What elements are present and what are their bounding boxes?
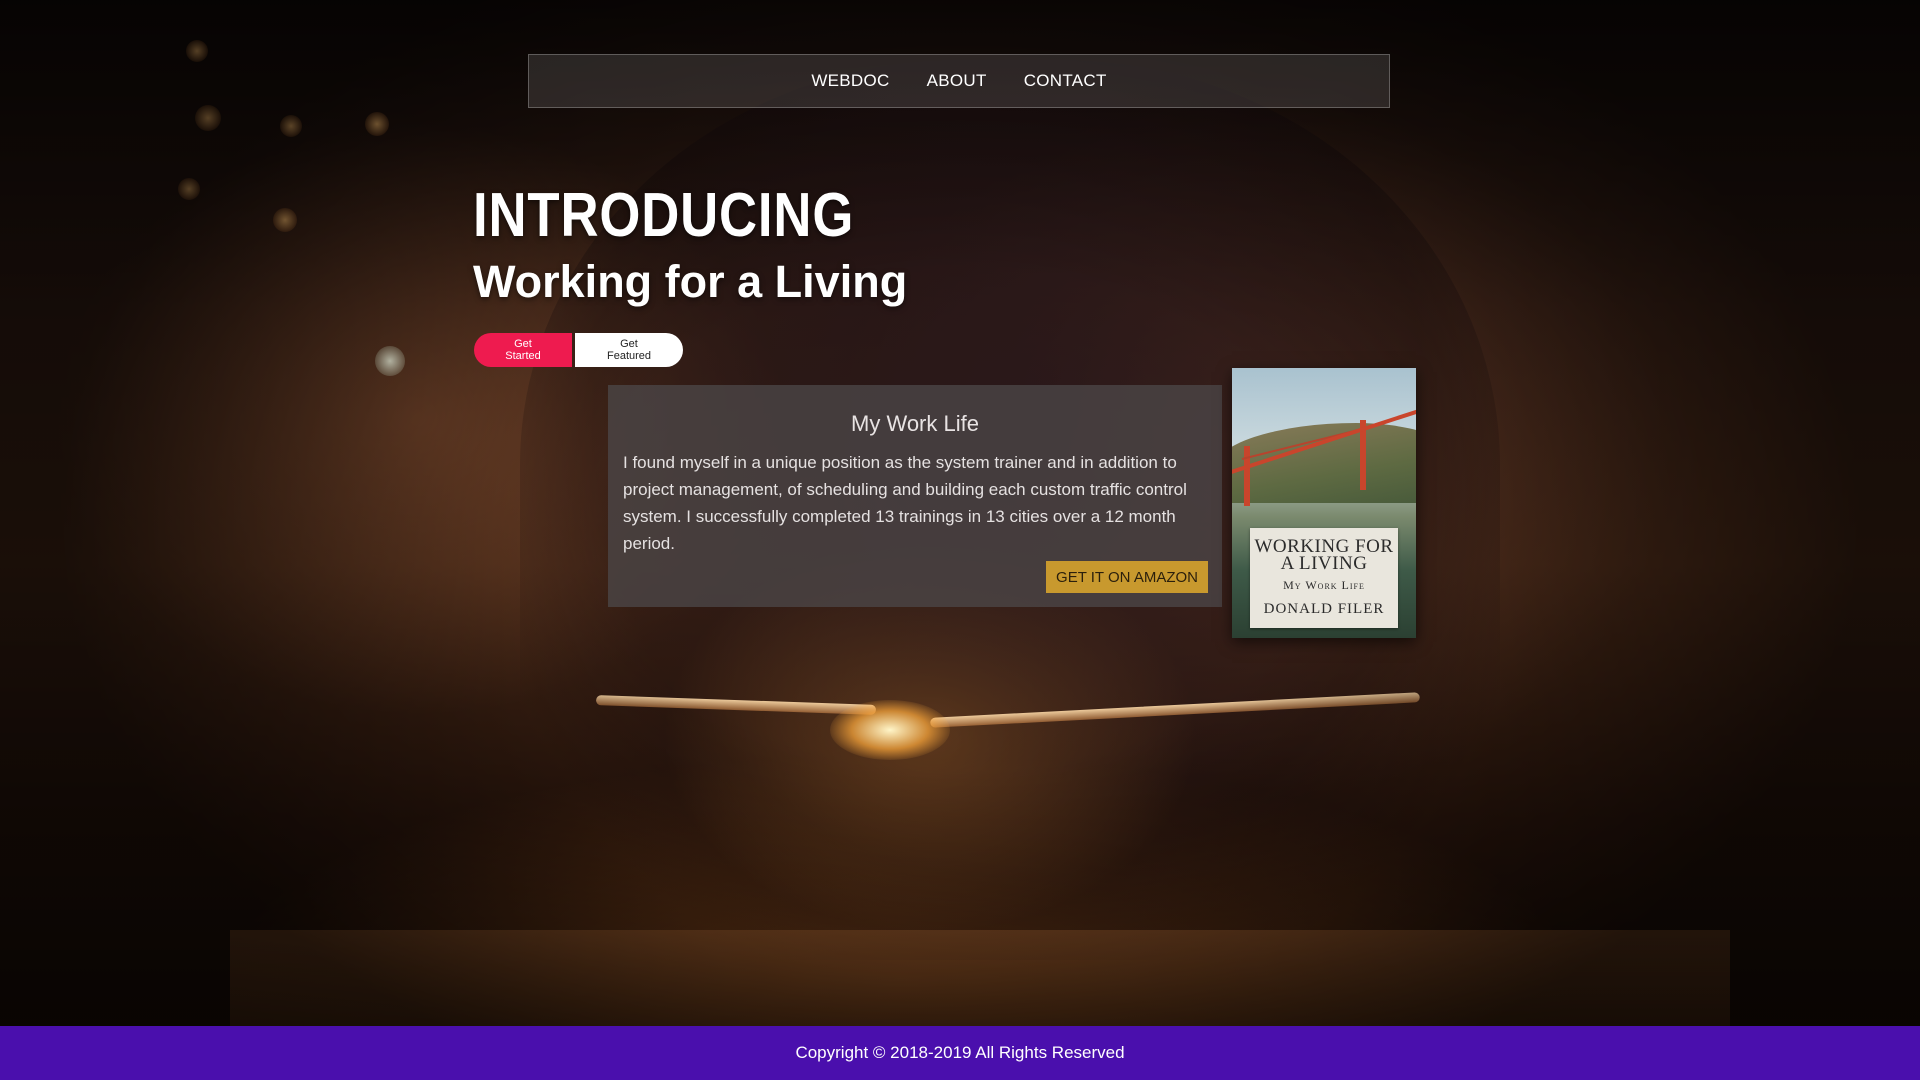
- nav-link-contact[interactable]: CONTACT: [1024, 71, 1107, 91]
- nav-link-about[interactable]: ABOUT: [927, 71, 987, 91]
- page-footer: Copyright © 2018-2019 All Rights Reserve…: [0, 1026, 1920, 1080]
- book-title: WORKING FOR A LIVING: [1254, 536, 1394, 574]
- top-navigation: WEBDOC ABOUT CONTACT: [528, 54, 1390, 108]
- nav-link-webdoc[interactable]: WEBDOC: [811, 71, 889, 91]
- card-body-text: I found myself in a unique position as t…: [623, 453, 1187, 553]
- get-it-on-amazon-button[interactable]: GET IT ON AMAZON: [1046, 561, 1208, 593]
- book-author: DONALD FILER: [1263, 601, 1385, 617]
- hero-subheading: Working for a Living: [473, 256, 908, 307]
- copyright-text: Copyright © 2018-2019 All Rights Reserve…: [795, 1043, 1125, 1062]
- book-cover-image[interactable]: WORKING FOR A LIVING My Work Life DONALD…: [1232, 368, 1416, 638]
- book-title-panel: WORKING FOR A LIVING My Work Life DONALD…: [1250, 528, 1398, 628]
- get-started-button[interactable]: Get Started: [474, 333, 572, 367]
- get-featured-button[interactable]: Get Featured: [575, 333, 683, 367]
- card-title: My Work Life: [851, 411, 979, 436]
- book-subtitle: My Work Life: [1283, 578, 1365, 592]
- hero-heading: INTRODUCING: [473, 181, 855, 250]
- hero-button-group: Get Started Get Featured: [474, 333, 683, 367]
- work-life-card: My Work Life I found myself in a unique …: [608, 385, 1222, 607]
